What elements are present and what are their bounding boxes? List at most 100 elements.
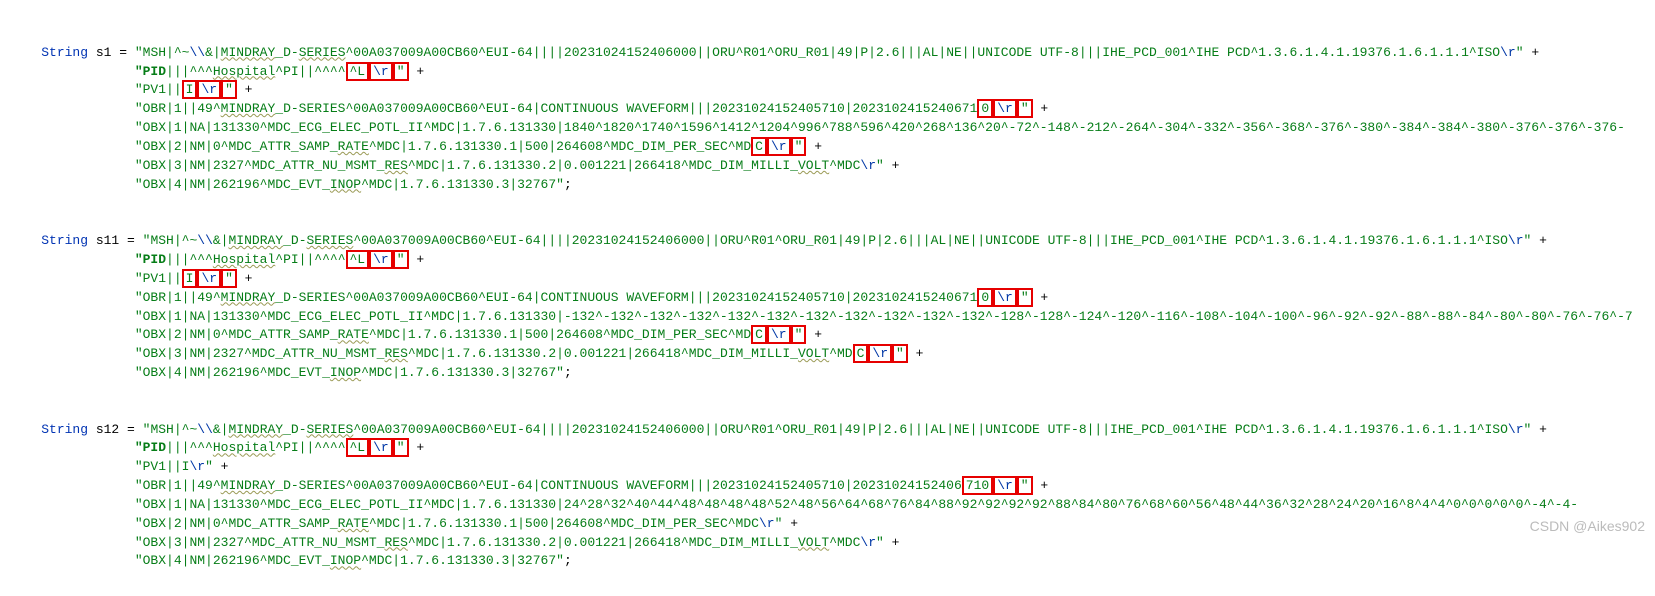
code-token: ^MDC|1.7.6.131330.1|500|264608^MDC_DIM_P… bbox=[369, 139, 751, 154]
code-token: "PID bbox=[72, 440, 166, 455]
code-token: &| bbox=[213, 422, 229, 437]
code-line[interactable]: String s11 = "MSH|^~\\&|MINDRAY_D-SERIES… bbox=[10, 232, 1655, 251]
code-token: \r bbox=[993, 288, 1017, 307]
code-token: ^MDC|1.7.6.131330.2|0.001221|266418^MDC_… bbox=[408, 346, 798, 361]
code-token: + bbox=[1531, 422, 1547, 437]
code-token: I bbox=[182, 269, 198, 288]
code-token: C bbox=[853, 344, 869, 363]
code-line[interactable]: String s12 = "MSH|^~\\&|MINDRAY_D-SERIES… bbox=[10, 421, 1655, 440]
code-token: + bbox=[1033, 101, 1049, 116]
code-token: "PID bbox=[72, 252, 166, 267]
code-token: String bbox=[41, 45, 96, 60]
code-token: ; bbox=[564, 553, 572, 568]
code-line[interactable]: "OBX|1|NA|131330^MDC_ECG_ELEC_POTL_II^MD… bbox=[10, 308, 1655, 327]
code-token: INOP bbox=[330, 553, 361, 568]
code-token: + bbox=[884, 535, 900, 550]
code-token: " bbox=[876, 535, 884, 550]
code-token: VOLT bbox=[798, 346, 829, 361]
code-token: "PID bbox=[72, 64, 166, 79]
code-block-s12: String s12 = "MSH|^~\\&|MINDRAY_D-SERIES… bbox=[10, 421, 1655, 572]
code-token: + bbox=[806, 327, 822, 342]
code-token: _D- bbox=[283, 422, 306, 437]
code-line[interactable]: "PV1||I\r" + bbox=[10, 458, 1655, 477]
code-token: RES bbox=[384, 158, 407, 173]
code-editor[interactable]: String s1 = "MSH|^~\\&|MINDRAY_D-SERIES^… bbox=[0, 0, 1655, 596]
code-line[interactable]: "OBX|3|NM|2327^MDC_ATTR_NU_MSMT_RES^MDC|… bbox=[10, 345, 1655, 364]
code-token: " bbox=[1017, 99, 1033, 118]
code-token: "OBX|2|NM|0^MDC_ATTR_SAMP_ bbox=[72, 516, 337, 531]
code-token: ^PI||^^^^ bbox=[275, 252, 345, 267]
code-token: " bbox=[393, 438, 409, 457]
code-token: \\ bbox=[189, 45, 205, 60]
code-line[interactable]: "OBX|4|NM|262196^MDC_EVT_INOP^MDC|1.7.6.… bbox=[10, 176, 1655, 195]
code-token: ^MDC|1.7.6.131330.1|500|264608^MDC_DIM_P… bbox=[369, 327, 751, 342]
code-block-s11: String s11 = "MSH|^~\\&|MINDRAY_D-SERIES… bbox=[10, 232, 1655, 383]
code-token: 0 bbox=[977, 288, 993, 307]
code-token: ^MDC bbox=[829, 535, 860, 550]
code-token: "OBX|1|NA|131330^MDC_ECG_ELEC_POTL_II^MD… bbox=[72, 120, 1624, 135]
code-token: " bbox=[221, 269, 237, 288]
code-line[interactable]: "OBR|1||49^MINDRAY_D-SERIES^00A037009A00… bbox=[10, 100, 1655, 119]
code-token: |||^^^ bbox=[166, 440, 213, 455]
code-token: MINDRAY bbox=[228, 233, 283, 248]
code-line[interactable]: "PV1||I\r" + bbox=[10, 270, 1655, 289]
code-token: + bbox=[908, 346, 924, 361]
code-token: ^L bbox=[346, 438, 370, 457]
code-token: \r bbox=[369, 62, 393, 81]
code-token: SERIES bbox=[299, 45, 346, 60]
code-token: "OBX|1|NA|131330^MDC_ECG_ELEC_POTL_II^MD… bbox=[72, 497, 1578, 512]
code-token: " bbox=[791, 325, 807, 344]
code-token: I bbox=[182, 80, 198, 99]
code-line[interactable]: "PV1||I\r" + bbox=[10, 81, 1655, 100]
code-token: \r bbox=[860, 535, 876, 550]
code-line[interactable]: "OBX|2|NM|0^MDC_ATTR_SAMP_RATE^MDC|1.7.6… bbox=[10, 138, 1655, 157]
code-token: "MSH|^~ bbox=[143, 233, 198, 248]
code-token: ^PI||^^^^ bbox=[275, 64, 345, 79]
code-token: + bbox=[409, 440, 425, 455]
code-line[interactable]: "OBX|1|NA|131330^MDC_ECG_ELEC_POTL_II^MD… bbox=[10, 496, 1655, 515]
code-token: VOLT bbox=[798, 535, 829, 550]
code-token: \r bbox=[767, 325, 791, 344]
code-token: SERIES bbox=[307, 422, 354, 437]
code-token: INOP bbox=[330, 177, 361, 192]
code-line[interactable]: "OBX|4|NM|262196^MDC_EVT_INOP^MDC|1.7.6.… bbox=[10, 552, 1655, 571]
code-line[interactable]: "PID|||^^^Hospital^PI||^^^^^L\r" + bbox=[10, 439, 1655, 458]
code-token: \r bbox=[1500, 45, 1516, 60]
code-token: MINDRAY bbox=[221, 290, 276, 305]
code-line[interactable]: "OBR|1||49^MINDRAY_D-SERIES^00A037009A00… bbox=[10, 477, 1655, 496]
code-token: s12 bbox=[96, 422, 127, 437]
code-line[interactable]: "OBX|2|NM|0^MDC_ATTR_SAMP_RATE^MDC|1.7.6… bbox=[10, 515, 1655, 534]
code-token: \r bbox=[189, 459, 205, 474]
code-token: ^00A037009A00CB60^EUI-64||||202310241524… bbox=[353, 233, 1508, 248]
code-line[interactable]: "OBX|4|NM|262196^MDC_EVT_INOP^MDC|1.7.6.… bbox=[10, 364, 1655, 383]
code-line[interactable]: "OBX|3|NM|2327^MDC_ATTR_NU_MSMT_RES^MDC|… bbox=[10, 534, 1655, 553]
code-token: _D- bbox=[275, 45, 298, 60]
code-token: \\ bbox=[197, 422, 213, 437]
code-line[interactable]: "OBX|3|NM|2327^MDC_ATTR_NU_MSMT_RES^MDC|… bbox=[10, 157, 1655, 176]
code-line[interactable]: "OBX|2|NM|0^MDC_ATTR_SAMP_RATE^MDC|1.7.6… bbox=[10, 326, 1655, 345]
code-token: + bbox=[409, 252, 425, 267]
code-token: ^PI||^^^^ bbox=[275, 440, 345, 455]
code-line[interactable]: String s1 = "MSH|^~\\&|MINDRAY_D-SERIES^… bbox=[10, 44, 1655, 63]
code-token: \r bbox=[1508, 422, 1524, 437]
code-token: Hospital bbox=[213, 64, 275, 79]
code-line[interactable]: "OBR|1||49^MINDRAY_D-SERIES^00A037009A00… bbox=[10, 289, 1655, 308]
code-token: "OBX|3|NM|2327^MDC_ATTR_NU_MSMT_ bbox=[72, 535, 384, 550]
code-line[interactable]: "OBX|1|NA|131330^MDC_ECG_ELEC_POTL_II^MD… bbox=[10, 119, 1655, 138]
code-token: "OBX|2|NM|0^MDC_ATTR_SAMP_ bbox=[72, 139, 337, 154]
code-token: "OBX|1|NA|131330^MDC_ECG_ELEC_POTL_II^MD… bbox=[72, 309, 1632, 324]
code-token: "PV1||I bbox=[72, 459, 189, 474]
code-token: \r bbox=[197, 269, 221, 288]
code-token: "OBX|3|NM|2327^MDC_ATTR_NU_MSMT_ bbox=[72, 346, 384, 361]
code-token: + bbox=[213, 459, 229, 474]
code-token: " bbox=[892, 344, 908, 363]
code-token: _D-SERIES^00A037009A00CB60^EUI-64|CONTIN… bbox=[275, 101, 977, 116]
code-token: "OBX|2|NM|0^MDC_ATTR_SAMP_ bbox=[72, 327, 337, 342]
code-line[interactable]: "PID|||^^^Hospital^PI||^^^^^L\r" + bbox=[10, 251, 1655, 270]
code-line[interactable]: "PID|||^^^Hospital^PI||^^^^^L\r" + bbox=[10, 63, 1655, 82]
code-token: ^00A037009A00CB60^EUI-64||||202310241524… bbox=[346, 45, 1501, 60]
code-token: s1 bbox=[96, 45, 119, 60]
code-token: ^L bbox=[346, 62, 370, 81]
code-token: " bbox=[876, 158, 884, 173]
code-token: = bbox=[119, 45, 135, 60]
